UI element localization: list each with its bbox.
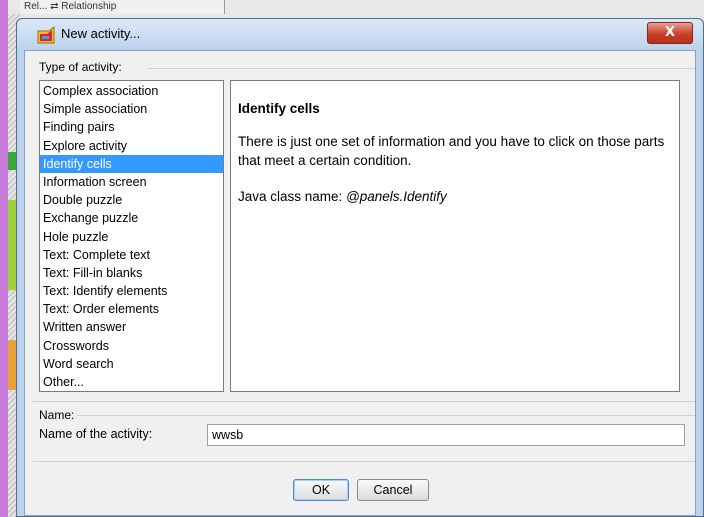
- new-activity-dialog: New activity... X Type of activity: Comp…: [16, 18, 704, 517]
- type-of-activity-label: Type of activity:: [39, 60, 122, 74]
- background-tab-strip: Rel... ⇄ Relationship: [20, 0, 225, 14]
- description-title: Identify cells: [238, 101, 320, 116]
- activity-name-input[interactable]: [207, 424, 685, 446]
- activity-type-item[interactable]: Crosswords: [40, 337, 223, 355]
- activity-type-item[interactable]: Information screen: [40, 173, 223, 191]
- close-button[interactable]: X: [647, 22, 693, 44]
- activity-type-item[interactable]: Finding pairs: [40, 118, 223, 136]
- dialog-titlebar[interactable]: New activity... X: [17, 19, 703, 49]
- java-class-line: Java class name: @panels.Identify: [238, 189, 671, 204]
- name-group-label: Name:: [39, 408, 75, 422]
- activity-type-item[interactable]: Identify cells: [40, 154, 223, 173]
- activity-type-item[interactable]: Other...: [40, 373, 223, 391]
- ok-button[interactable]: OK: [293, 479, 349, 501]
- activity-type-item[interactable]: Hole puzzle: [40, 228, 223, 246]
- activity-description-panel: Identify cells There is just one set of …: [230, 80, 680, 392]
- activity-type-item[interactable]: Complex association: [40, 82, 223, 100]
- activity-type-item[interactable]: Explore activity: [40, 137, 223, 155]
- activity-type-item[interactable]: Text: Complete text: [40, 246, 223, 264]
- type-group-separator: [147, 68, 695, 69]
- cancel-button[interactable]: Cancel: [357, 479, 429, 501]
- activity-type-item[interactable]: Text: Fill-in blanks: [40, 264, 223, 282]
- dialog-content: Type of activity: Complex association Sim…: [24, 50, 696, 516]
- activity-name-label: Name of the activity:: [39, 427, 153, 441]
- name-group-separator-top: [33, 401, 695, 402]
- activity-type-item[interactable]: Exchange puzzle: [40, 209, 223, 227]
- activity-type-item[interactable]: Word search: [40, 355, 223, 373]
- activity-type-item[interactable]: Simple association: [40, 100, 223, 118]
- activity-type-item[interactable]: Text: Order elements: [40, 300, 223, 318]
- activity-type-list[interactable]: Complex association Simple association Fin…: [39, 80, 224, 392]
- buttons-separator: [33, 461, 695, 462]
- activity-type-item[interactable]: Written answer: [40, 318, 223, 336]
- java-class-name: @panels.Identify: [346, 189, 447, 204]
- activity-type-item[interactable]: Double puzzle: [40, 191, 223, 209]
- activity-type-item[interactable]: Text: Identify elements: [40, 282, 223, 300]
- description-body: There is just one set of information and…: [238, 134, 665, 168]
- new-activity-icon: [37, 26, 55, 44]
- java-class-prefix: Java class name:: [238, 189, 347, 204]
- name-group-separator: [77, 415, 695, 416]
- dialog-title: New activity...: [61, 26, 141, 41]
